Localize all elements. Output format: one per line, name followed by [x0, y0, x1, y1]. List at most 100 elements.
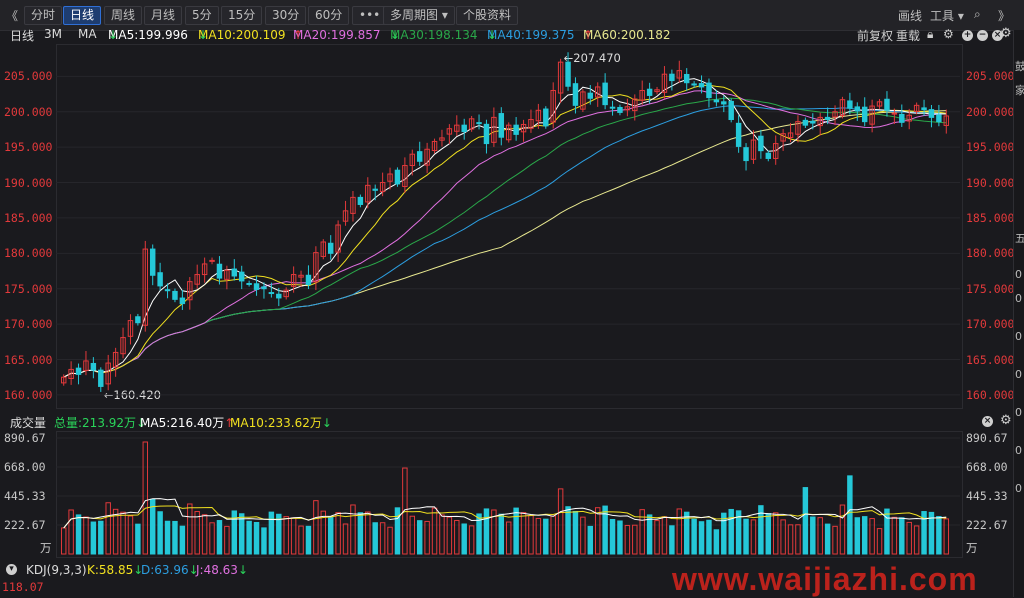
volume-bar — [187, 503, 193, 555]
volume-bar — [891, 516, 898, 555]
candle-body — [891, 112, 898, 115]
candle-body — [683, 73, 690, 84]
candle-body — [921, 107, 927, 111]
volume-bar — [505, 521, 512, 555]
volume-bar — [824, 523, 831, 555]
volume-bar — [580, 516, 586, 555]
candle-body — [394, 169, 401, 185]
volume-bar — [617, 520, 623, 555]
volume-bar — [802, 487, 809, 555]
volume-bar — [899, 517, 905, 555]
volume-bar — [224, 525, 230, 555]
candle-body — [135, 316, 141, 324]
volume-bar — [120, 511, 126, 555]
candle-body — [98, 369, 104, 387]
volume-bar — [609, 518, 616, 555]
volume-bar — [75, 514, 82, 555]
candle-body — [646, 88, 653, 96]
volume-bar — [365, 511, 371, 555]
candle-body — [706, 82, 712, 99]
candle-body — [735, 122, 742, 147]
candle-body — [728, 100, 734, 121]
volume-bar — [832, 525, 838, 555]
volume-bar — [483, 508, 490, 555]
candle-body — [157, 272, 163, 287]
volume-bar — [557, 488, 564, 555]
volume-bar — [276, 513, 282, 555]
volume-bar — [468, 525, 475, 555]
volume-bar — [810, 516, 816, 555]
candle-body — [698, 83, 705, 88]
candle-body — [572, 83, 579, 106]
candle-body — [847, 100, 853, 109]
candle-body — [713, 99, 720, 103]
ma40-line — [63, 105, 947, 378]
volume-bar — [290, 517, 297, 555]
volume-bar — [706, 519, 712, 555]
volume-bar — [416, 520, 423, 555]
ma20-line — [63, 90, 947, 378]
volume-bar — [439, 514, 445, 555]
volume-bar — [90, 521, 97, 555]
candle-body — [854, 106, 861, 112]
candle-body — [327, 242, 334, 254]
volume-bar — [253, 521, 260, 555]
candle-body — [483, 123, 490, 145]
candlestick-chart[interactable] — [0, 0, 1024, 597]
volume-bar — [847, 475, 853, 555]
volume-bar — [869, 518, 875, 555]
volume-bar — [372, 522, 378, 555]
candle-body — [179, 297, 186, 305]
candle-body — [90, 362, 97, 371]
candle-body — [357, 196, 364, 205]
candle-body — [75, 367, 82, 375]
volume-bar — [528, 515, 534, 555]
volume-bar — [246, 520, 252, 555]
volume-bar — [572, 510, 579, 555]
volume-bar — [409, 515, 416, 555]
candle-body — [416, 151, 423, 162]
right-strip-char: 0 — [1015, 444, 1022, 457]
candle-body — [268, 292, 275, 295]
volume-bar — [305, 525, 312, 555]
volume-bar — [379, 522, 386, 555]
volume-bar — [216, 520, 223, 555]
volume-bar — [654, 520, 660, 555]
volume-bar — [936, 515, 942, 555]
candle-body — [669, 73, 675, 82]
volume-bar — [669, 525, 675, 555]
volume-bar — [446, 516, 453, 555]
volume-bar — [164, 520, 171, 555]
candle-body — [899, 113, 905, 123]
volume-bar — [839, 504, 846, 555]
volume-bar — [728, 508, 734, 555]
volume-bar — [179, 525, 186, 555]
volume-bar — [431, 507, 438, 555]
volume-bar — [550, 515, 556, 555]
volume-bar — [387, 526, 393, 555]
volume-bar — [149, 498, 156, 555]
volume-bar — [587, 525, 594, 555]
candle-body — [721, 101, 727, 105]
candle-body — [253, 283, 260, 290]
volume-bar — [268, 511, 275, 555]
candle-body — [305, 274, 312, 285]
volume-bar — [795, 524, 801, 555]
volume-bar — [209, 522, 215, 555]
candle-body — [609, 106, 616, 109]
volume-bar — [135, 523, 141, 555]
candle-body — [513, 124, 519, 135]
volume-bar — [283, 516, 289, 555]
volume-bar — [172, 520, 178, 555]
right-strip-char: 0 — [1015, 268, 1022, 281]
volume-bar — [691, 518, 697, 555]
volume-bar — [461, 523, 467, 555]
volume-bar — [357, 512, 364, 555]
volume-bar — [342, 523, 349, 555]
volume-bar — [68, 509, 74, 555]
volume-bar — [906, 521, 912, 555]
candle-body — [543, 108, 549, 127]
candle-body — [691, 83, 697, 86]
volume-bar — [127, 515, 134, 555]
right-strip-char: 0 — [1015, 482, 1022, 495]
